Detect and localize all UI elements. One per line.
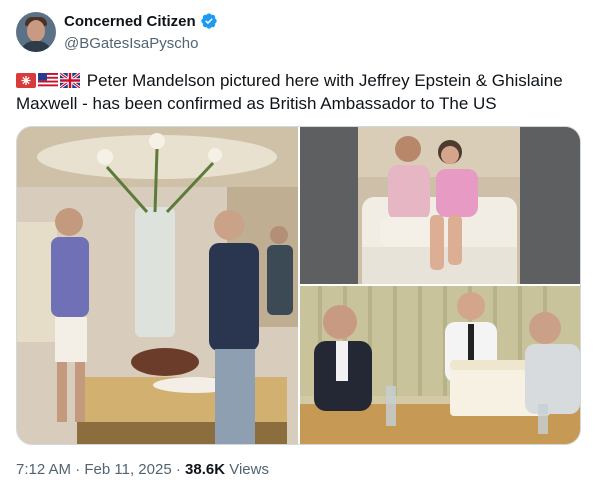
avatar[interactable] (16, 12, 56, 52)
tweet-body-text: Peter Mandelson pictured here with Jeffr… (16, 71, 563, 113)
meta-separator: · (175, 461, 181, 478)
photo-living-room-standing[interactable] (17, 127, 298, 444)
photo-sofa-couple[interactable] (300, 127, 580, 284)
views-count: 38.6K (185, 461, 226, 478)
tweet-date[interactable]: Feb 11, 2025 (84, 461, 171, 478)
author-display-name[interactable]: Concerned Citizen (64, 13, 196, 30)
meta-separator: · (75, 461, 81, 478)
verified-badge-icon (200, 12, 218, 30)
media-grid (16, 126, 581, 445)
photo-birthday-cake-table[interactable] (300, 286, 580, 444)
uk-flag-icon (59, 71, 81, 90)
author-name-row: Concerned Citizen (64, 12, 218, 30)
tweet-text: Peter Mandelson pictured here with Jeffr… (16, 69, 596, 115)
views-label: Views (229, 461, 269, 478)
tweet-meta: 7:12 AM · Feb 11, 2025 · 38.6K Views (16, 461, 269, 478)
author-handle[interactable]: @BGatesIsaPyscho (64, 35, 198, 52)
us-flag-icon (38, 71, 58, 88)
tweet-time[interactable]: 7:12 AM (16, 461, 71, 478)
avatar-body (20, 41, 52, 52)
red-square-flag-icon (16, 71, 36, 88)
avatar-face (27, 20, 45, 42)
